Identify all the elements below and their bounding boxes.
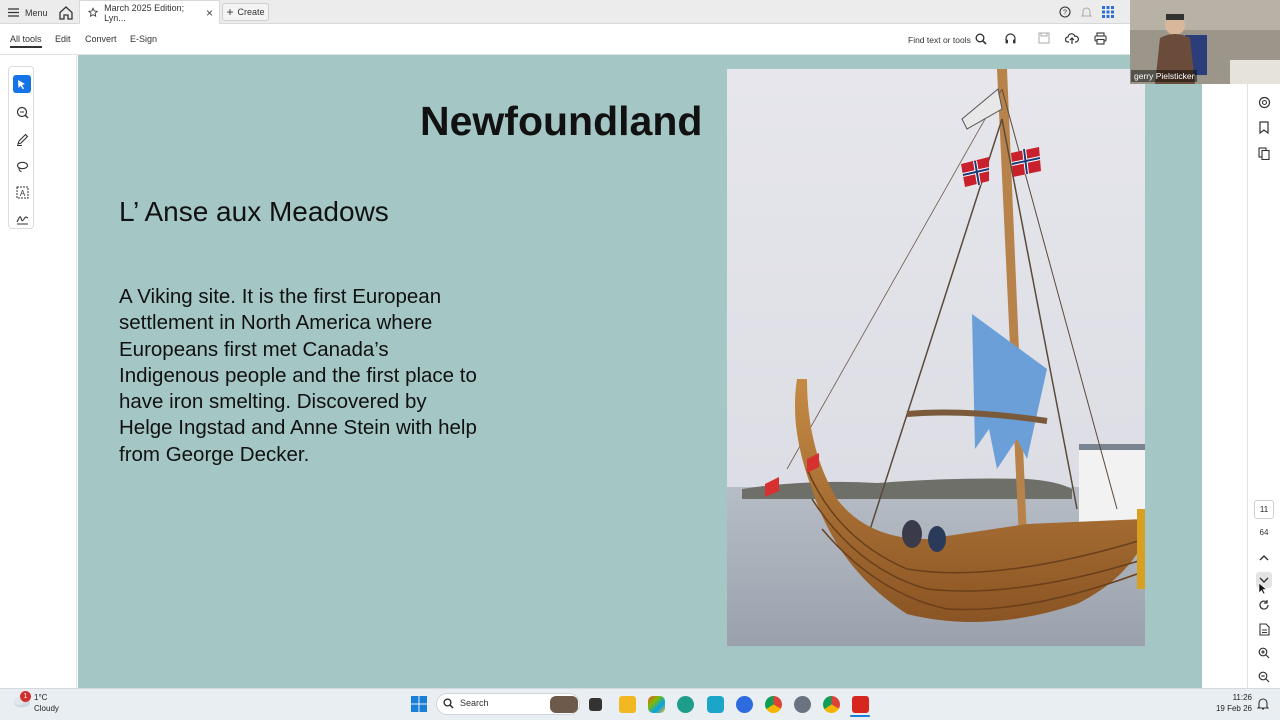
right-rail-divider xyxy=(1247,84,1248,688)
zoom-in-button[interactable] xyxy=(1256,645,1272,661)
weather-description: Cloudy xyxy=(34,704,59,713)
tab-convert[interactable]: Convert xyxy=(85,34,117,44)
save-icon[interactable] xyxy=(1038,32,1050,44)
webcam-participant-name: gerry Pielsticker xyxy=(1131,70,1198,82)
chrome-profile-app[interactable] xyxy=(823,696,840,713)
task-view-app[interactable] xyxy=(589,698,602,711)
weather-temperature: 1°C xyxy=(34,693,48,702)
zoom-comment-icon xyxy=(16,106,28,118)
home-icon[interactable] xyxy=(58,5,74,20)
find-tools-label[interactable]: Find text or tools xyxy=(908,35,971,45)
sign-tool-button[interactable] xyxy=(13,209,31,227)
mouse-cursor-icon xyxy=(1258,582,1267,595)
tab-all-tools[interactable]: All tools xyxy=(10,34,42,48)
plus-icon: + xyxy=(226,5,234,19)
slide-subtitle: L’ Anse aux Meadows xyxy=(119,196,389,227)
menu-icon xyxy=(8,8,19,17)
tab-e-sign[interactable]: E-Sign xyxy=(130,34,157,44)
current-page-input[interactable]: 11 xyxy=(1254,500,1274,519)
text-tool-button[interactable]: A xyxy=(13,183,31,201)
edge-browser-app[interactable] xyxy=(677,696,694,713)
chevron-up-icon xyxy=(1259,554,1269,560)
taskbar-clock-time[interactable]: 11:26 xyxy=(1200,693,1252,702)
file-icon xyxy=(1258,622,1270,636)
headphones-icon[interactable] xyxy=(1004,32,1017,45)
viking-ship-photo xyxy=(727,69,1145,646)
active-app-indicator xyxy=(850,715,870,717)
apps-icon[interactable] xyxy=(1102,6,1114,18)
create-button[interactable]: + Create xyxy=(222,3,269,21)
lasso-tool-button[interactable] xyxy=(13,157,31,175)
slide-title: Newfoundland xyxy=(420,98,703,144)
zoom-out-icon xyxy=(1258,671,1270,683)
tab-edit[interactable]: Edit xyxy=(55,34,71,44)
taskbar-search-label: Search xyxy=(460,698,489,708)
menu-button[interactable]: Menu xyxy=(8,6,48,19)
svg-text:A: A xyxy=(19,189,25,198)
notification-badge: 1 xyxy=(20,691,31,702)
previous-page-button[interactable] xyxy=(1256,549,1272,565)
bookmark-icon xyxy=(1259,120,1269,134)
cloud-upload-icon[interactable] xyxy=(1065,32,1079,45)
edge-dev-app[interactable] xyxy=(707,696,724,713)
star-icon[interactable] xyxy=(88,7,99,18)
create-label: Create xyxy=(237,7,265,17)
text-select-icon: A xyxy=(16,186,28,198)
notification-bell-icon[interactable] xyxy=(1257,697,1269,710)
lasso-icon xyxy=(16,161,28,172)
select-tool-button[interactable] xyxy=(13,75,31,93)
ai-assistant-icon xyxy=(1258,96,1270,108)
total-pages: 64 xyxy=(1259,528,1269,537)
svg-text:?: ? xyxy=(1063,10,1067,17)
search-icon[interactable] xyxy=(975,33,987,45)
ai-assistant-button[interactable] xyxy=(1256,94,1272,110)
slide-body-text: A Viking site. It is the first European … xyxy=(119,285,477,466)
windows-icon[interactable] xyxy=(411,696,427,712)
settings-app[interactable] xyxy=(794,696,811,713)
menu-label: Menu xyxy=(25,7,48,18)
rotate-button[interactable] xyxy=(1256,597,1272,613)
rotate-icon xyxy=(1259,600,1269,610)
comment-tool-button[interactable] xyxy=(13,103,31,121)
pages-icon xyxy=(1258,146,1270,160)
toolbar: All tools Edit Convert E-Sign Find text … xyxy=(0,24,1130,55)
file-info-button[interactable] xyxy=(1256,621,1272,637)
quick-tools-panel: A xyxy=(8,66,34,229)
pen-icon xyxy=(16,133,28,146)
document-tab[interactable]: March 2025 Edition; Lyn... × xyxy=(79,0,220,24)
bell-icon[interactable] xyxy=(1081,6,1092,18)
print-icon[interactable] xyxy=(1094,32,1107,45)
chrome-app[interactable] xyxy=(765,696,782,713)
zoom-in-icon xyxy=(1258,647,1270,659)
close-icon[interactable]: × xyxy=(206,6,213,20)
copilot-app[interactable] xyxy=(648,696,665,713)
taskbar-search-icon xyxy=(443,698,454,709)
pages-button[interactable] xyxy=(1256,145,1272,161)
help-icon[interactable]: ? xyxy=(1059,6,1071,18)
document-tab-title: March 2025 Edition; Lyn... xyxy=(104,2,185,23)
draw-tool-button[interactable] xyxy=(13,130,31,148)
file-explorer-app[interactable] xyxy=(619,696,636,713)
zoom-out-button[interactable] xyxy=(1256,669,1272,685)
taskbar-clock-date[interactable]: 19 Feb 26 xyxy=(1200,704,1252,713)
acrobat-app[interactable] xyxy=(852,696,869,713)
zoom-app[interactable] xyxy=(736,696,753,713)
sign-icon xyxy=(16,215,28,224)
cursor-icon xyxy=(18,79,25,89)
search-highlight-thumbnail xyxy=(550,696,578,713)
bookmarks-button[interactable] xyxy=(1256,119,1272,135)
windows-taskbar xyxy=(0,688,1280,720)
